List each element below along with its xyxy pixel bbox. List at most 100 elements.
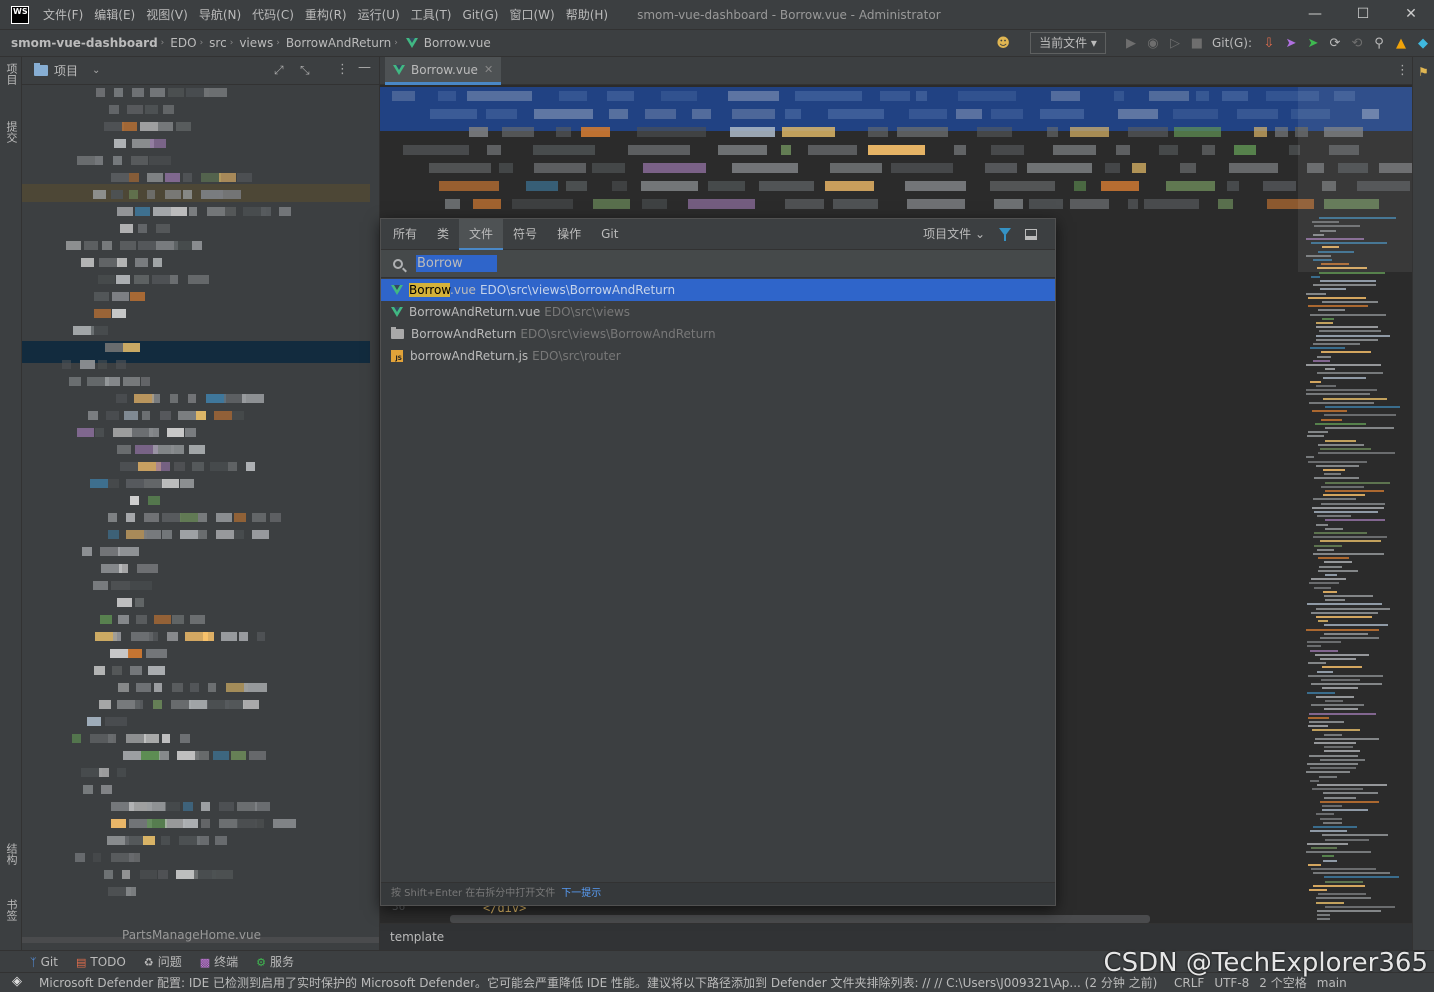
- tool-problems[interactable]: ♻ 问题: [144, 953, 182, 970]
- code-content-pixelated[interactable]: [380, 87, 1412, 217]
- search-tab-symbols[interactable]: 符号: [503, 219, 547, 250]
- tree-pixel: [77, 428, 94, 437]
- git-update-icon[interactable]: ⇩: [1258, 36, 1280, 51]
- editor-tab[interactable]: Borrow.vue ✕: [385, 57, 502, 85]
- git-push-icon[interactable]: ➤: [1302, 36, 1324, 51]
- breadcrumb-src[interactable]: src: [209, 36, 227, 50]
- editor-scrollbar[interactable]: [450, 915, 1150, 923]
- tree-pixel: [126, 479, 144, 488]
- maximize-icon[interactable]: ☐: [1340, 0, 1386, 29]
- close-window-icon[interactable]: ✕: [1388, 0, 1434, 29]
- search-tab-classes[interactable]: 类: [427, 219, 459, 250]
- scope-selector[interactable]: 项目文件 ⌄: [923, 219, 985, 250]
- menu-git[interactable]: Git(G): [462, 8, 498, 22]
- menu-file[interactable]: 文件(F): [43, 6, 83, 23]
- result-row[interactable]: JS borrowAndReturn.js EDO\src\router: [381, 345, 1055, 367]
- ide-update-icon[interactable]: ▲: [1390, 36, 1412, 51]
- search-tab-files[interactable]: 文件: [459, 218, 504, 250]
- tree-pixel: [172, 683, 183, 692]
- status-message[interactable]: Microsoft Defender 配置: IDE 已检测到启用了实时保护的 …: [39, 974, 1164, 991]
- tree-pixel: [112, 666, 122, 675]
- tree-pixel: [162, 530, 172, 539]
- minimap-line: [1325, 700, 1343, 702]
- result-row[interactable]: BorrowAndReturn.vue EDO\src\views: [381, 301, 1055, 323]
- search-tab-all[interactable]: 所有: [383, 219, 427, 250]
- tree-pixel: [120, 462, 138, 471]
- breadcrumb-project[interactable]: smom-vue-dashboard: [11, 36, 158, 50]
- project-tree[interactable]: [22, 86, 370, 946]
- code-with-me-icon[interactable]: ☻: [992, 36, 1014, 51]
- collapse-all-icon[interactable]: ⤡: [300, 63, 310, 78]
- project-panel-title[interactable]: 项目: [54, 62, 78, 79]
- tree-item-file[interactable]: PartsManageHome.vue: [122, 928, 261, 942]
- tool-problems-label: 问题: [157, 955, 182, 969]
- run-icon[interactable]: ▶: [1120, 36, 1142, 51]
- tool-git[interactable]: ᛉ Git: [30, 955, 58, 969]
- options-icon[interactable]: ⋮: [336, 62, 349, 77]
- code-pixel: [1070, 127, 1109, 137]
- minimap-line: [1325, 527, 1343, 530]
- run-config-selector[interactable]: 当前文件 ▾: [1030, 32, 1106, 54]
- close-tab-icon[interactable]: ✕: [484, 63, 493, 76]
- menu-code[interactable]: 代码(C): [252, 6, 294, 23]
- tree-pixel: [255, 819, 264, 828]
- result-name: BorrowAndReturn: [411, 327, 517, 341]
- minimap-viewport[interactable]: [1298, 87, 1412, 272]
- breadcrumb-file[interactable]: Borrow.vue: [424, 36, 491, 50]
- preview-icon[interactable]: [1025, 229, 1037, 240]
- search-input[interactable]: [416, 255, 497, 272]
- tab-structure[interactable]: 结构: [3, 843, 19, 865]
- search-everywhere-icon[interactable]: ⚲: [1368, 36, 1390, 51]
- toggle-tool-windows-icon[interactable]: ◈: [12, 974, 22, 989]
- tool-terminal[interactable]: ▩ 终端: [200, 953, 238, 970]
- tree-pixel: [252, 513, 266, 522]
- tree-pixel: [188, 394, 196, 403]
- stop-icon[interactable]: ■: [1186, 36, 1208, 51]
- debug-icon[interactable]: ◉: [1142, 36, 1164, 51]
- menu-refactor[interactable]: 重构(R): [305, 6, 347, 23]
- code-pixel: [592, 163, 625, 173]
- minimize-icon[interactable]: —: [1292, 0, 1338, 29]
- rollback-icon[interactable]: ⟲: [1346, 36, 1368, 51]
- tree-pixel: [128, 649, 142, 658]
- tool-services[interactable]: ⚙ 服务: [256, 953, 294, 970]
- minimap-line: [1309, 712, 1376, 715]
- result-row[interactable]: Borrow.vue EDO\src\views\BorrowAndReturn: [381, 279, 1055, 301]
- search-tab-actions[interactable]: 操作: [547, 219, 591, 250]
- webstorm-tools-icon[interactable]: ◆: [1412, 36, 1434, 51]
- tab-commit[interactable]: 提交: [3, 121, 19, 143]
- breadcrumb-edo[interactable]: EDO: [170, 36, 196, 50]
- options-icon[interactable]: ⋮: [1396, 63, 1409, 78]
- code-minimap[interactable]: [1298, 87, 1412, 927]
- tree-pixel: [93, 853, 101, 862]
- menu-edit[interactable]: 编辑(E): [94, 6, 135, 23]
- expand-all-icon[interactable]: ⤢: [274, 63, 284, 78]
- breadcrumb-views[interactable]: views: [239, 36, 273, 50]
- menu-run[interactable]: 运行(U): [358, 6, 400, 23]
- chevron-down-icon[interactable]: ⌄: [92, 65, 100, 76]
- menu-window[interactable]: 窗口(W): [509, 6, 554, 23]
- tab-project[interactable]: 项目: [3, 63, 19, 85]
- tree-pixel: [213, 751, 229, 760]
- menu-help[interactable]: 帮助(H): [566, 6, 608, 23]
- result-row[interactable]: BorrowAndReturn EDO\src\views\BorrowAndR…: [381, 323, 1055, 345]
- run-config-label: 当前文件: [1039, 36, 1088, 50]
- editor-breadcrumb[interactable]: template: [380, 923, 1412, 950]
- tool-todo[interactable]: ▤ TODO: [76, 955, 126, 969]
- history-icon[interactable]: ⟳: [1324, 36, 1346, 51]
- hide-panel-icon[interactable]: —: [358, 60, 371, 75]
- next-tip-link[interactable]: 下一提示: [561, 888, 601, 899]
- menu-tools[interactable]: 工具(T): [411, 6, 452, 23]
- menu-view[interactable]: 视图(V): [146, 6, 188, 23]
- tab-bookmarks[interactable]: 书签: [3, 899, 19, 921]
- code-pixel: [1027, 163, 1092, 173]
- coverage-icon[interactable]: ▷: [1164, 36, 1186, 51]
- code-pixel: [907, 199, 965, 209]
- menu-navigate[interactable]: 导航(N): [199, 6, 241, 23]
- git-commit-icon[interactable]: ➤: [1280, 36, 1302, 51]
- search-tab-git[interactable]: Git: [591, 219, 628, 250]
- breadcrumb-borrowandreturn[interactable]: BorrowAndReturn: [286, 36, 391, 50]
- filter-icon[interactable]: [999, 228, 1011, 241]
- notifications-icon[interactable]: ⚑: [1418, 65, 1429, 79]
- code-pixel: [1166, 181, 1215, 191]
